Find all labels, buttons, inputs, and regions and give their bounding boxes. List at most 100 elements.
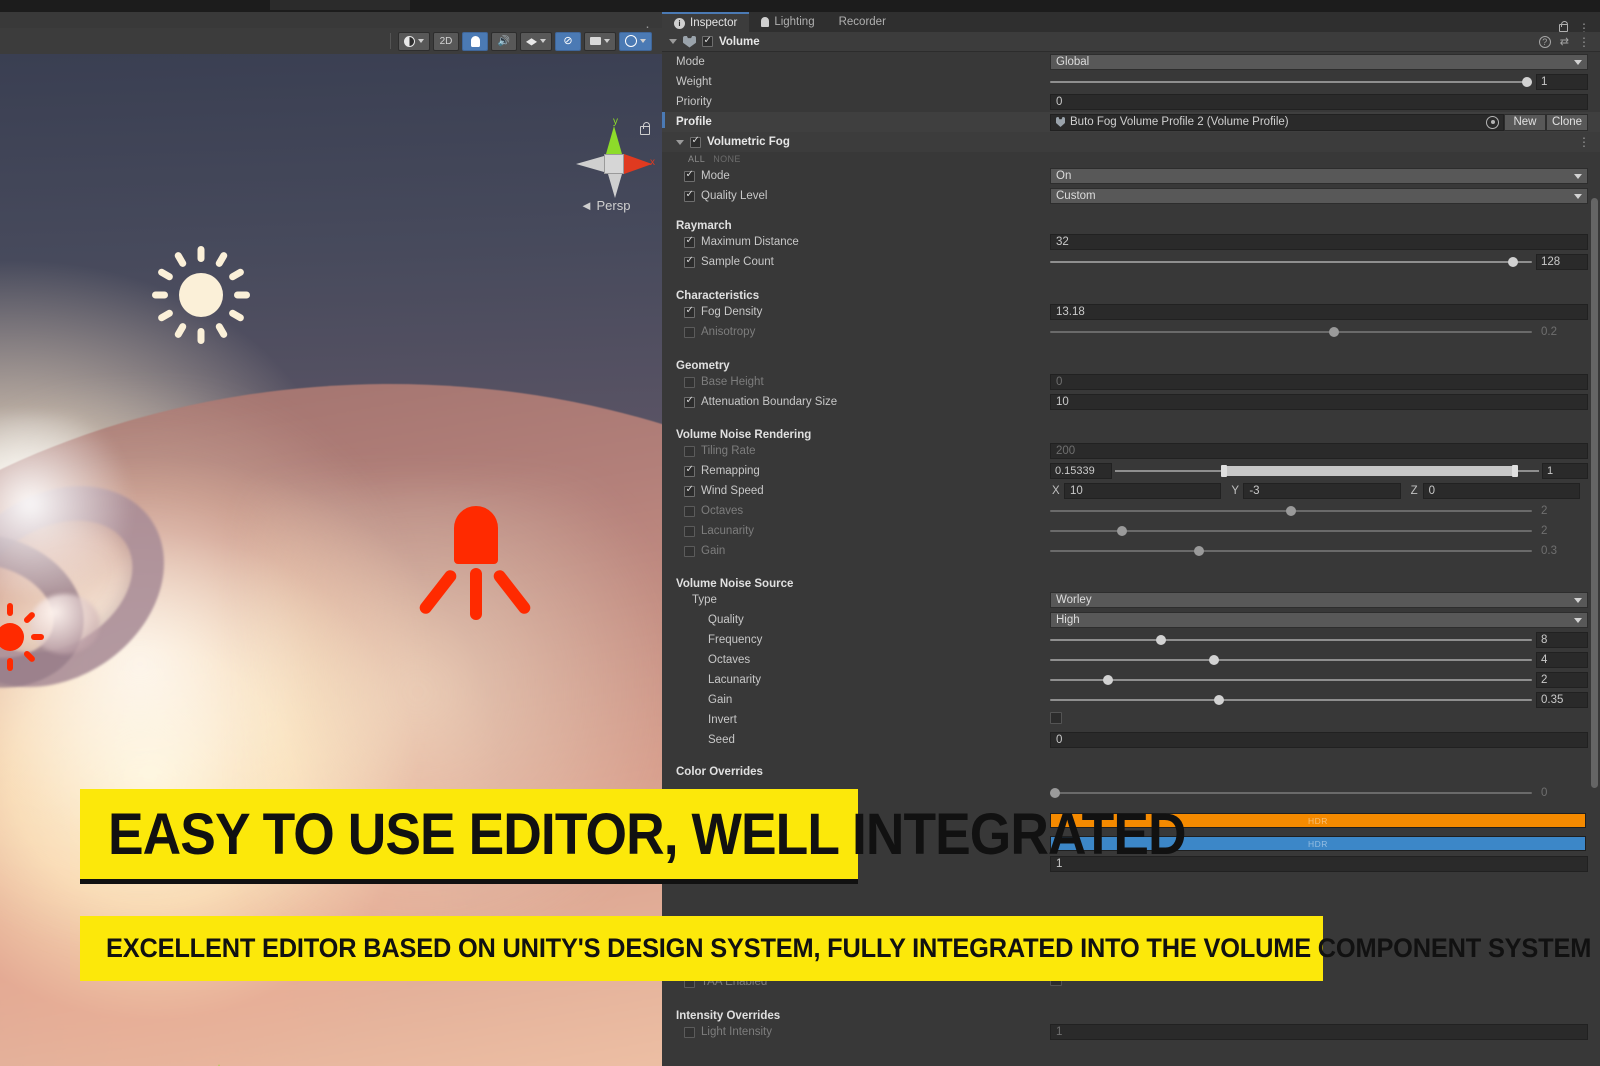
override-checkbox[interactable] <box>684 189 695 202</box>
override-checkbox[interactable] <box>684 445 695 457</box>
slider-knob[interactable] <box>1213 695 1224 705</box>
noise-octaves-slider[interactable]: 2 <box>1050 503 1588 519</box>
tab-lighting[interactable]: Lighting <box>749 12 826 32</box>
color-override-slider[interactable]: 0 <box>1049 785 1588 801</box>
row-source-gain[interactable]: Gain 0.35 <box>662 690 1600 710</box>
override-checkbox[interactable] <box>684 505 695 517</box>
slider-max-handle[interactable] <box>1511 465 1518 477</box>
wind-speed-vector3[interactable]: X 10 Y -3 Z 0 <box>1050 483 1588 499</box>
override-checkbox[interactable] <box>684 326 695 338</box>
row-mode[interactable]: Mode Global <box>662 52 1600 72</box>
slider-knob[interactable] <box>1155 635 1166 645</box>
row-remapping[interactable]: Remapping 0.15339 1 <box>662 461 1600 481</box>
row-weight[interactable]: Weight 1 <box>662 72 1600 92</box>
quality-level-dropdown[interactable]: Custom <box>1050 188 1588 204</box>
2d-toggle-button[interactable]: 2D <box>433 31 459 51</box>
row-seed[interactable]: Seed 0 <box>662 730 1600 750</box>
source-octaves-value[interactable]: 4 <box>1536 652 1588 668</box>
scene-viewport[interactable]: y x ◄ Persp <box>0 54 662 1066</box>
section-header-volumetric-fog[interactable]: Volumetric Fog ⋮ <box>662 132 1600 152</box>
slider-knob[interactable] <box>1208 655 1219 665</box>
row-fog-density[interactable]: Fog Density 13.18 <box>662 302 1600 322</box>
override-checkbox[interactable] <box>684 525 695 537</box>
source-octaves-slider[interactable]: 4 <box>1050 652 1588 668</box>
noise-gain-value[interactable]: 0.3 <box>1536 543 1588 559</box>
scene-camera-button[interactable] <box>584 31 616 51</box>
seed-input[interactable]: 0 <box>1050 732 1588 748</box>
row-anisotropy[interactable]: Anisotropy 0.2 <box>662 322 1600 342</box>
override-checkbox[interactable] <box>684 464 695 477</box>
help-icon[interactable]: ? <box>1538 35 1551 48</box>
override-checkbox[interactable] <box>684 235 695 248</box>
inspector-tab-bar[interactable]: i Inspector Lighting Recorder ⋮ <box>662 12 1600 34</box>
wind-speed-x[interactable]: 10 <box>1064 483 1222 499</box>
tab-recorder[interactable]: Recorder <box>827 12 898 32</box>
light-intensity-input[interactable]: 1 <box>1050 1024 1588 1040</box>
override-checkbox[interactable] <box>684 255 695 268</box>
effects-toggle-button[interactable] <box>520 31 552 51</box>
component-menu-icon[interactable]: ⋮ <box>1578 36 1590 48</box>
remapping-minmax-slider[interactable]: 0.15339 1 <box>1050 463 1588 479</box>
attenuation-boundary-size-input[interactable]: 10 <box>1050 394 1588 410</box>
row-priority[interactable]: Priority 0 <box>662 92 1600 112</box>
override-checkbox[interactable] <box>684 305 695 318</box>
slider-knob[interactable] <box>1522 77 1533 87</box>
new-profile-button[interactable]: New <box>1504 113 1546 131</box>
source-gain-value[interactable]: 0.35 <box>1536 692 1588 708</box>
inspector-scrollbar[interactable] <box>1591 198 1598 788</box>
scene-lighting-toggle[interactable] <box>462 31 488 51</box>
priority-input[interactable]: 0 <box>1050 94 1588 110</box>
source-lacunarity-slider[interactable]: 2 <box>1050 672 1588 688</box>
view-projection-label[interactable]: ◄ Persp <box>580 198 630 213</box>
slider-knob[interactable] <box>1102 675 1113 685</box>
noise-gain-slider[interactable]: 0.3 <box>1050 543 1588 559</box>
row-light-intensity[interactable]: Light Intensity 1 <box>662 1022 1600 1042</box>
wind-speed-z[interactable]: 0 <box>1422 483 1580 499</box>
slider-range-fill[interactable] <box>1225 466 1514 476</box>
row-maximum-distance[interactable]: Maximum Distance 32 <box>662 232 1600 252</box>
row-source-lacunarity[interactable]: Lacunarity 2 <box>662 670 1600 690</box>
base-height-input[interactable]: 0 <box>1050 374 1588 390</box>
maximum-distance-input[interactable]: 32 <box>1050 234 1588 250</box>
weight-slider[interactable]: 1 <box>1050 74 1588 90</box>
color-override-value[interactable]: 0 <box>1536 785 1588 801</box>
row-sample-count[interactable]: Sample Count 128 <box>662 252 1600 272</box>
fog-mode-dropdown[interactable]: On <box>1050 168 1588 184</box>
noise-frequency-slider[interactable]: 8 <box>1050 632 1588 648</box>
component-enabled-checkbox[interactable] <box>702 35 713 47</box>
all-label[interactable]: ALL <box>688 154 705 164</box>
slider-min-handle[interactable] <box>1221 465 1227 477</box>
row-quality-level[interactable]: Quality Level Custom <box>662 186 1600 206</box>
chevron-down-icon[interactable] <box>669 39 677 44</box>
invert-checkbox[interactable] <box>1050 712 1062 724</box>
noise-lacunarity-value[interactable]: 2 <box>1536 523 1588 539</box>
noise-quality-dropdown[interactable]: High <box>1050 612 1588 628</box>
override-checkbox[interactable] <box>684 395 695 408</box>
slider-knob[interactable] <box>1049 788 1060 798</box>
row-noise-quality[interactable]: Quality High <box>662 610 1600 630</box>
slider-knob[interactable] <box>1194 546 1205 556</box>
profile-object-field[interactable]: Buto Fog Volume Profile 2 (Volume Profil… <box>1050 113 1504 131</box>
component-header-volume[interactable]: Volume ? ⇄ ⋮ <box>662 32 1600 52</box>
transform-handle-gizmo[interactable] <box>185 1062 245 1066</box>
slider-knob[interactable] <box>1507 257 1518 267</box>
override-checkbox[interactable] <box>684 545 695 557</box>
row-noise-gain[interactable]: Gain 0.3 <box>662 541 1600 561</box>
view-gizmo-cube[interactable] <box>604 154 624 174</box>
row-tiling-rate[interactable]: Tiling Rate 200 <box>662 441 1600 461</box>
section-menu-icon[interactable]: ⋮ <box>1578 136 1600 148</box>
view-gizmo-neg-x-axis[interactable] <box>576 156 604 172</box>
view-gizmo-x-axis[interactable] <box>624 154 652 174</box>
row-noise-frequency[interactable]: Frequency 8 <box>662 630 1600 650</box>
slider-knob[interactable] <box>1329 327 1340 337</box>
scene-view-toolbar[interactable]: 2D 🔊 ⊘ <box>0 28 662 54</box>
sample-count-value[interactable]: 128 <box>1536 254 1588 270</box>
tab-inspector[interactable]: i Inspector <box>662 12 750 32</box>
override-checkbox[interactable] <box>684 484 695 497</box>
none-label[interactable]: NONE <box>713 154 741 164</box>
tiling-rate-input[interactable]: 200 <box>1050 443 1588 459</box>
object-picker-icon[interactable] <box>1486 115 1499 129</box>
spot-light-gizmo[interactable] <box>417 506 534 626</box>
noise-frequency-value[interactable]: 8 <box>1536 632 1588 648</box>
lock-icon[interactable] <box>1559 21 1568 32</box>
